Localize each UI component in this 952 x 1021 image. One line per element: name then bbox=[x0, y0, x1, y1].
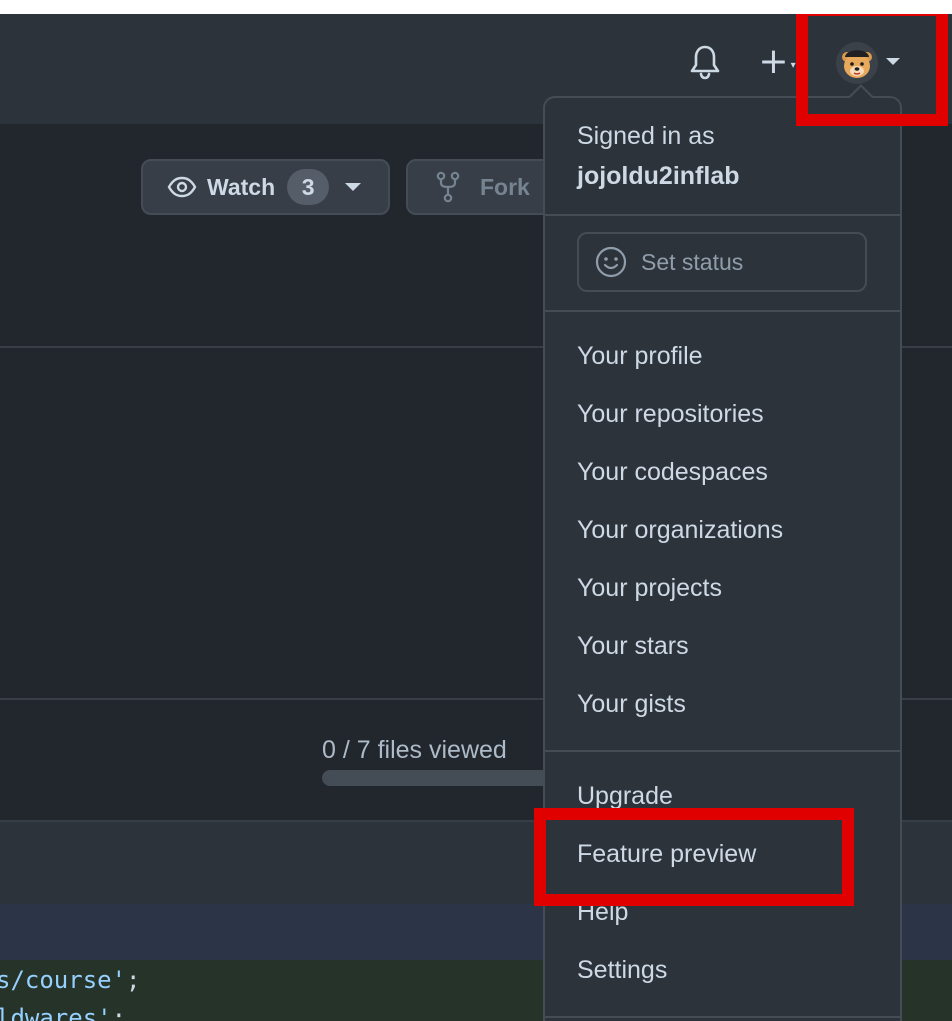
menu-item-your-stars[interactable]: Your stars bbox=[577, 632, 689, 661]
code-string: ldwares' bbox=[0, 1004, 112, 1021]
bell-icon[interactable] bbox=[685, 42, 725, 82]
menu-item-your-repositories[interactable]: Your repositories bbox=[577, 400, 764, 429]
signed-in-username[interactable]: jojoldu2inflab bbox=[577, 162, 740, 191]
menu-item-your-profile[interactable]: Your profile bbox=[577, 342, 703, 371]
create-new-button[interactable]: + ▾ bbox=[752, 42, 802, 82]
menu-item-your-codespaces[interactable]: Your codespaces bbox=[577, 458, 768, 487]
fork-label: Fork bbox=[480, 173, 530, 200]
menu-item-your-projects[interactable]: Your projects bbox=[577, 574, 722, 603]
signed-in-label: Signed in as bbox=[577, 122, 715, 150]
user-dropdown-menu: Signed in as jojoldu2inflab Set status Y… bbox=[543, 96, 902, 1021]
page: + ▾ Watch 3 Fork 0 / 7 files viewed s/co… bbox=[0, 14, 952, 1021]
set-status-button[interactable]: Set status bbox=[577, 232, 867, 292]
smiley-icon bbox=[595, 246, 627, 278]
set-status-label: Set status bbox=[641, 248, 744, 275]
eye-icon bbox=[167, 176, 197, 198]
menu-divider bbox=[545, 214, 900, 216]
fork-icon bbox=[436, 171, 460, 203]
watch-count: 3 bbox=[287, 169, 330, 205]
code-string: s/course' bbox=[0, 966, 127, 994]
menu-item-your-organizations[interactable]: Your organizations bbox=[577, 516, 783, 545]
caret-down-icon bbox=[345, 183, 362, 191]
watch-label: Watch bbox=[207, 173, 276, 200]
menu-divider bbox=[545, 310, 900, 312]
caret-down-icon: ▾ bbox=[790, 59, 796, 71]
watch-button[interactable]: Watch 3 bbox=[141, 159, 390, 215]
code-punctuation: ; bbox=[126, 966, 141, 994]
menu-item-feature-preview[interactable]: Feature preview bbox=[577, 840, 756, 869]
code-punctuation: ; bbox=[111, 1004, 127, 1021]
menu-item-settings[interactable]: Settings bbox=[577, 956, 667, 985]
files-viewed-counter: 0 / 7 files viewed bbox=[322, 736, 507, 764]
menu-divider bbox=[545, 750, 900, 752]
code-line: s/course'; bbox=[0, 966, 141, 994]
bear-avatar-icon bbox=[836, 42, 878, 84]
menu-pointer-inner bbox=[850, 87, 872, 98]
menu-divider bbox=[545, 1016, 900, 1018]
menu-item-your-gists[interactable]: Your gists bbox=[577, 690, 686, 719]
code-line: ldwares'; bbox=[0, 1004, 126, 1021]
user-menu-toggle[interactable] bbox=[836, 42, 906, 84]
plus-icon: + bbox=[758, 41, 789, 82]
caret-down-icon bbox=[886, 58, 900, 65]
menu-item-upgrade[interactable]: Upgrade bbox=[577, 782, 673, 811]
menu-item-help[interactable]: Help bbox=[577, 898, 628, 927]
